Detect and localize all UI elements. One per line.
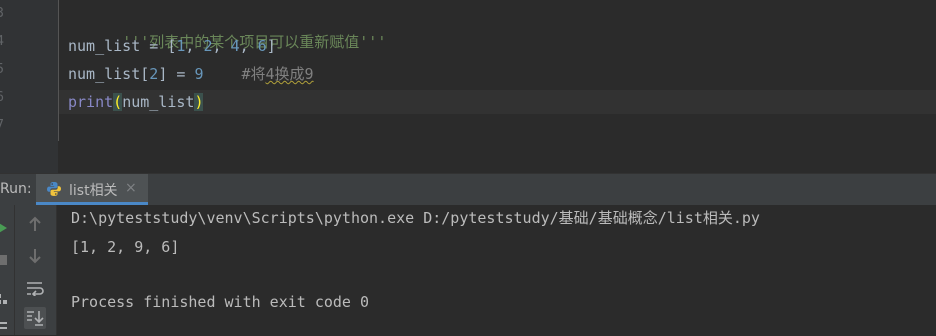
builtin-print: print: [68, 93, 114, 111]
run-actions-strip: [0, 205, 15, 335]
matched-paren: ): [194, 93, 204, 111]
soft-wrap-button[interactable]: [24, 277, 46, 299]
code-editor[interactable]: 3 4 5 6 7 '''列表中的某个项目可以重新赋值''' num_list …: [0, 0, 936, 141]
line-number: 5: [0, 62, 4, 77]
console-toolbar: [15, 205, 57, 335]
code-line[interactable]: num_list = [1, 2, 4, 6]: [68, 34, 276, 58]
code-token: num_list = [: [68, 37, 177, 55]
number-literal: 4: [230, 37, 240, 55]
line-number: 3: [0, 6, 4, 21]
code-token: ,: [239, 37, 258, 55]
soft-wrap-icon: [27, 282, 44, 296]
down-arrow-button[interactable]: [24, 245, 46, 267]
scroll-to-end-button[interactable]: [24, 307, 46, 329]
run-tab-list[interactable]: list相关 ×: [36, 174, 148, 205]
current-code-line[interactable]: print(num_list): [59, 90, 936, 114]
line-number: 4: [0, 34, 4, 49]
up-arrow-button[interactable]: [24, 213, 46, 235]
code-token: num_list[: [68, 65, 150, 83]
console-line-exit: Process finished with exit code 0: [71, 293, 370, 311]
console-output[interactable]: D:\pyteststudy\venv\Scripts\python.exe D…: [57, 205, 936, 335]
number-literal: 9: [194, 65, 204, 83]
code-token: ]: [266, 37, 276, 55]
run-label: Run:: [0, 181, 32, 197]
code-line[interactable]: num_list[2] = 9 #将4换成9: [68, 62, 314, 86]
code-token: num_list: [122, 93, 195, 111]
stop-icon[interactable]: [0, 251, 7, 265]
layout-icon[interactable]: [0, 291, 7, 304]
code-token: ] =: [158, 65, 195, 83]
line-number: 6: [0, 90, 4, 105]
run-icon[interactable]: [0, 219, 7, 233]
code-token: ,: [212, 37, 231, 55]
comment: #将4换成9: [241, 65, 313, 83]
console-line-output: [1, 2, 9, 6]: [71, 238, 180, 256]
line-number-gutter: 3 4 5 6 7: [0, 0, 59, 141]
number-literal: 2: [149, 65, 159, 83]
tab-label: list相关: [69, 183, 118, 199]
up-arrow-icon: [29, 216, 41, 231]
close-icon[interactable]: ×: [125, 180, 137, 196]
scroll-to-end-icon: [27, 311, 44, 326]
python-icon: [46, 181, 62, 197]
editor-empty-area: [0, 141, 936, 173]
matched-paren: (: [113, 93, 123, 111]
run-tool-window-header: Run: list相关 ×: [0, 173, 936, 206]
code-line[interactable]: '''列表中的某个项目可以重新赋值''': [68, 6, 386, 51]
comment-hash: #将: [241, 65, 266, 83]
console-line-command: D:\pyteststudy\venv\Scripts\python.exe D…: [71, 209, 760, 227]
number-literal: 6: [257, 37, 267, 55]
settings-icon[interactable]: [0, 317, 7, 329]
comment-typo-underlined: 4换成9: [265, 65, 314, 83]
down-arrow-icon: [29, 249, 41, 264]
number-literal: 2: [203, 37, 213, 55]
gutter-filler: [0, 141, 58, 173]
line-number: 7: [0, 118, 4, 133]
code-token: ,: [185, 37, 204, 55]
